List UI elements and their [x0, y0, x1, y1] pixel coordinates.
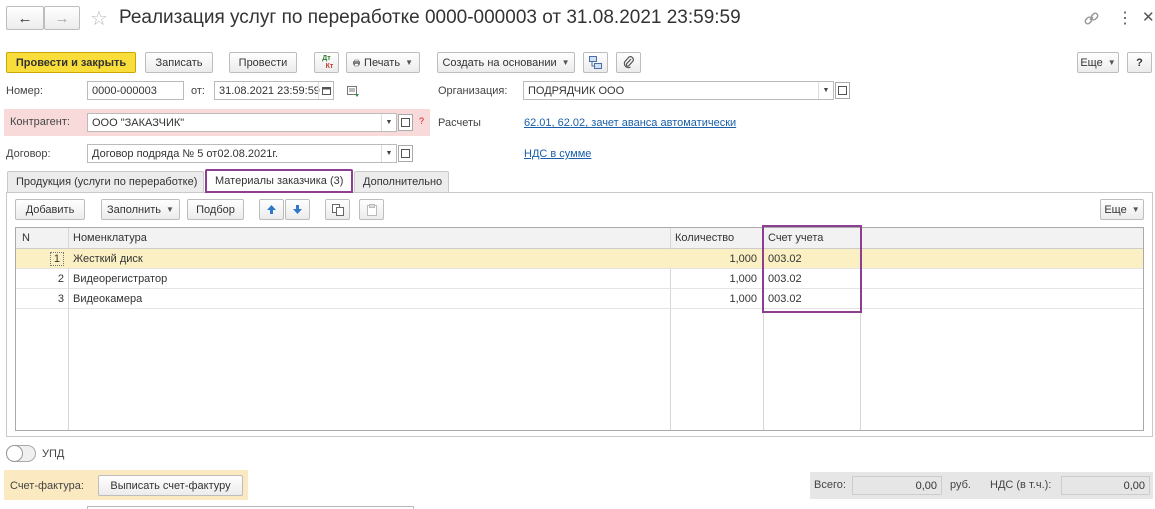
- more-vertical-icon[interactable]: ⋮: [1117, 8, 1133, 28]
- fill-button[interactable]: Заполнить ▼: [101, 199, 180, 220]
- post-button[interactable]: Провести: [229, 52, 297, 73]
- favorite-star-icon[interactable]: ☆: [90, 6, 108, 31]
- arrow-right-icon: →: [54, 9, 70, 27]
- number-field[interactable]: 0000-000003: [87, 81, 184, 100]
- quantity-cell[interactable]: 1,000: [671, 269, 761, 288]
- printer-icon: [353, 59, 361, 66]
- counterparty-label: Контрагент:: [10, 116, 70, 128]
- add-row-button[interactable]: Добавить: [15, 199, 85, 220]
- number-history-icon[interactable]: [347, 86, 360, 98]
- table-more-button[interactable]: Еще ▼: [1100, 199, 1144, 220]
- move-up-button[interactable]: [259, 199, 284, 220]
- row-number-cell[interactable]: 3: [18, 289, 68, 308]
- column-header-quantity[interactable]: Количество: [671, 228, 761, 248]
- calendar-icon[interactable]: [318, 82, 333, 99]
- contract-label: Договор:: [6, 148, 51, 160]
- settlements-label: Расчеты: [438, 117, 481, 129]
- back-button[interactable]: ←: [6, 6, 44, 30]
- tab-additional[interactable]: Дополнительно: [354, 171, 449, 192]
- close-icon[interactable]: ✕: [1142, 8, 1155, 26]
- issue-invoice-button[interactable]: Выписать счет-фактуру: [98, 475, 243, 496]
- row-number-cell[interactable]: 2: [18, 269, 68, 288]
- arrow-up-icon: [267, 205, 276, 214]
- vat-total-label: НДС (в т.ч.):: [990, 479, 1052, 491]
- account-column-highlight: [762, 225, 862, 313]
- contract-open-button[interactable]: [398, 145, 413, 162]
- post-and-close-button[interactable]: Провести и закрыть: [6, 52, 136, 73]
- vat-total-field: 0,00: [1061, 476, 1150, 495]
- vat-link[interactable]: НДС в сумме: [524, 148, 591, 160]
- row-number-cell: 1: [49, 251, 64, 266]
- column-header-nomenclature[interactable]: Номенклатура: [69, 228, 669, 248]
- materials-table[interactable]: N Номенклатура Количество Счет учета 1 Ж…: [15, 227, 1144, 431]
- column-header-n[interactable]: N: [18, 228, 68, 248]
- move-down-button[interactable]: [285, 199, 310, 220]
- save-button[interactable]: Записать: [145, 52, 213, 73]
- attach-button[interactable]: [616, 52, 641, 73]
- pick-button[interactable]: Подбор: [187, 199, 244, 220]
- create-based-on-button[interactable]: Создать на основании ▼: [437, 52, 575, 73]
- nomenclature-cell[interactable]: Видеокамера: [69, 289, 669, 308]
- dt-kt-button[interactable]: Дт Кт: [314, 52, 339, 73]
- number-label: Номер:: [6, 85, 43, 97]
- paperclip-icon: [623, 56, 634, 69]
- organization-open-button[interactable]: [835, 82, 850, 99]
- link-icon[interactable]: [1083, 10, 1100, 27]
- chevron-down-icon[interactable]: ▼: [818, 82, 833, 99]
- quantity-cell[interactable]: 1,000: [671, 289, 761, 308]
- date-field[interactable]: 31.08.2021 23:59:59: [214, 81, 334, 100]
- invoice-label: Счет-фактура:: [10, 480, 84, 492]
- counterparty-open-button[interactable]: [398, 114, 413, 131]
- table-row[interactable]: 3 Видеокамера 1,000 003.02: [16, 289, 1143, 309]
- page-title: Реализация услуг по переработке 0000-000…: [119, 7, 741, 28]
- from-label: от:: [191, 85, 205, 97]
- nomenclature-cell[interactable]: Жесткий диск: [69, 249, 669, 268]
- forward-button[interactable]: →: [44, 6, 80, 30]
- table-row[interactable]: 2 Видеорегистратор 1,000 003.02: [16, 269, 1143, 289]
- chevron-down-icon[interactable]: ▼: [381, 145, 396, 162]
- dt-kt-icon: Дт: [322, 54, 331, 62]
- tab-products[interactable]: Продукция (услуги по переработке): [7, 171, 204, 192]
- structure-button[interactable]: [583, 52, 608, 73]
- toggle-knob: [6, 445, 23, 462]
- counterparty-help-icon[interactable]: ?: [419, 116, 424, 126]
- counterparty-field[interactable]: ООО "ЗАКАЗЧИК" ▼: [87, 113, 397, 132]
- print-button[interactable]: Печать ▼: [346, 52, 420, 73]
- quantity-cell[interactable]: 1,000: [671, 249, 761, 268]
- more-button[interactable]: Еще ▼: [1077, 52, 1119, 73]
- total-label: Всего:: [814, 479, 846, 491]
- currency-label: руб.: [950, 479, 971, 491]
- table-header: N Номенклатура Количество Счет учета: [16, 228, 1143, 249]
- chevron-down-icon[interactable]: ▼: [381, 114, 396, 131]
- upd-label: УПД: [42, 448, 65, 460]
- nomenclature-cell[interactable]: Видеорегистратор: [69, 269, 669, 288]
- arrow-down-icon: [293, 205, 302, 214]
- organization-field[interactable]: ПОДРЯДЧИК ООО ▼: [523, 81, 834, 100]
- upd-toggle[interactable]: [6, 445, 36, 462]
- copy-row-button[interactable]: [325, 199, 350, 220]
- organization-label: Организация:: [438, 85, 508, 97]
- tab-customer-materials[interactable]: Материалы заказчика (3): [205, 169, 353, 193]
- table-row[interactable]: 1 Жесткий диск 1,000 003.02: [16, 249, 1143, 269]
- paste-icon: [366, 203, 377, 216]
- arrow-left-icon: ←: [17, 9, 33, 27]
- total-field: 0,00: [852, 476, 942, 495]
- copy-icon: [331, 203, 344, 216]
- help-button[interactable]: ?: [1127, 52, 1152, 73]
- settlements-link[interactable]: 62.01, 62.02, зачет аванса автоматически: [524, 117, 736, 129]
- structure-icon: [589, 56, 602, 69]
- paste-row-button[interactable]: [359, 199, 384, 220]
- contract-field[interactable]: Договор подряда № 5 от02.08.2021г. ▼: [87, 144, 397, 163]
